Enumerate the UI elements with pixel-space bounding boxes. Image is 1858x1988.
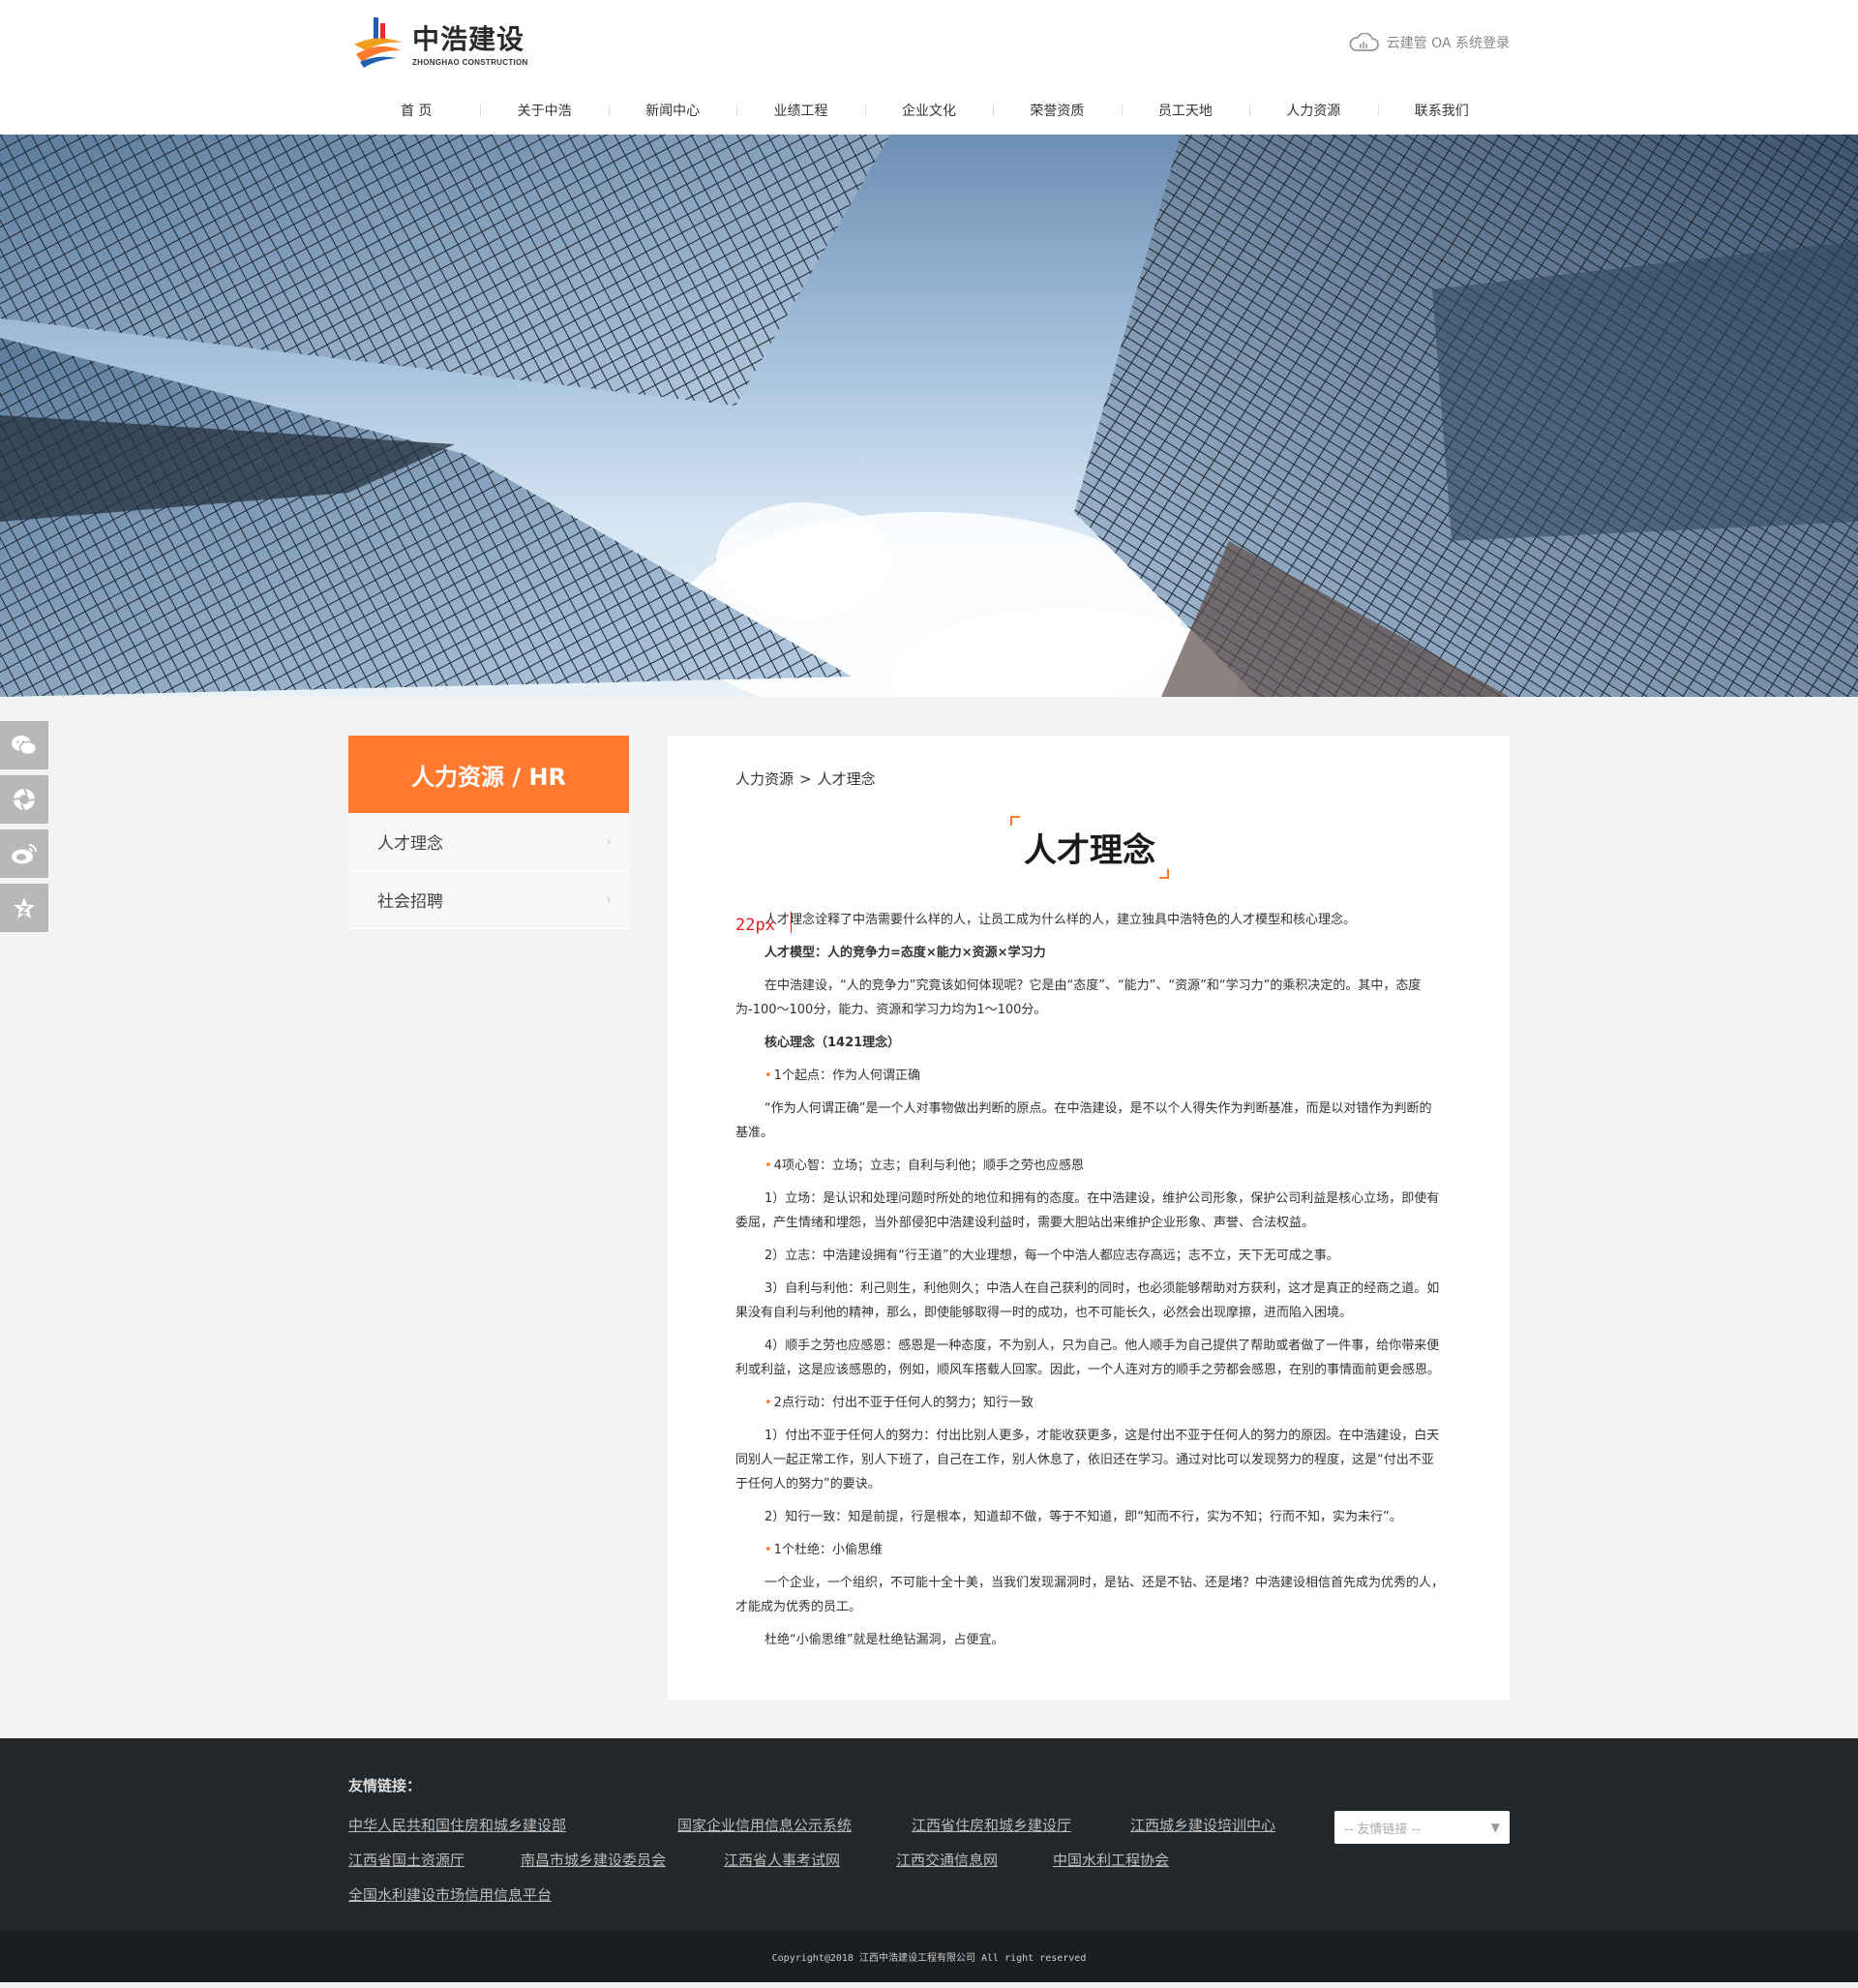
link-water-credit[interactable]: 全国水利建设市场信用信息平台 <box>348 1884 639 1919</box>
friend-links: 中华人民共和国住房和城乡建设部 国家企业信用信息公示系统 江西省住房和城乡建设厅… <box>348 1815 1316 1919</box>
sidebar-title: 人力资源 / HR <box>348 736 629 813</box>
article-body: 人才理念诠释了中浩需要什么样的人，让员工成为什么样的人，建立独具中浩特色的人才模… <box>735 908 1444 1652</box>
paragraph: 1）付出不亚于任何人的努力：付出比别人更多，才能收获更多，这是付出不亚于任何人的… <box>735 1429 1440 1491</box>
sidebar-item-talent-philosophy[interactable]: 人才理念 › <box>348 813 629 871</box>
sidebar-item-label: 人才理念 <box>377 834 443 854</box>
friend-links-title: 友情链接： <box>348 1777 422 1794</box>
main-area: 人力资源 / HR 人才理念 › 社会招聘 › 人力资源 > 人才理念 人才理念 2… <box>348 736 1510 1700</box>
nav-about[interactable]: 关于中浩 <box>480 101 608 120</box>
link-jx-traffic[interactable]: 江西交通信息网 <box>896 1850 1053 1884</box>
weibo-button[interactable] <box>0 829 48 878</box>
sidebar-item-recruitment[interactable]: 社会招聘 › <box>348 871 629 929</box>
hero-banner <box>0 135 1858 697</box>
copyright-text: Copyright@2018 江西中浩建设工程有限公司 All right re… <box>771 1953 1087 1964</box>
oa-login-label: 云建管 OA 系统登录 <box>1386 36 1510 51</box>
nav-contact[interactable]: 联系我们 <box>1377 101 1506 120</box>
breadcrumb: 人力资源 > 人才理念 <box>735 768 1444 789</box>
dropdown-arrow-icon: ▼ <box>1490 1821 1500 1834</box>
paragraph: 2）立志：中浩建设拥有“行王道”的大业理想，每一个中浩人都应志存高远；志不立，天… <box>764 1249 1339 1263</box>
cloud-icon <box>1349 33 1379 51</box>
site-header: 中浩建设 ZHONGHAO CONSTRUCTION 云建管 OA 系统登录 首… <box>0 0 1858 135</box>
page-title: 人才理念 <box>1010 816 1169 879</box>
chevron-right-icon: › <box>606 833 612 850</box>
copyright-bar: Copyright@2018 江西中浩建设工程有限公司 All right re… <box>0 1931 1858 1982</box>
paragraph: 一个企业，一个组织，不可能十全十美，当我们发现漏洞时，是钻、还是不钻、还是堵？中… <box>735 1576 1445 1614</box>
camera-aperture-icon <box>13 788 36 811</box>
friend-links-select[interactable]: -- 友情链接 -- ▼ <box>1334 1811 1510 1844</box>
bullet-item: • 2点行动：付出不亚于任何人的努力；知行一致 <box>764 1396 1034 1410</box>
paragraph: 在中浩建设，“人的竞争力”究竟该如何体现呢？它是由“态度”、“能力”、“资源”和… <box>735 979 1422 1017</box>
wechat-icon <box>12 736 38 756</box>
breadcrumb-hr[interactable]: 人力资源 <box>735 770 794 788</box>
link-jx-land[interactable]: 江西省国土资源厅 <box>348 1850 521 1884</box>
social-share-bar <box>0 721 48 938</box>
spacing-annotation: 22px <box>735 916 775 935</box>
nav-projects[interactable]: 业绩工程 <box>736 101 864 120</box>
nav-culture[interactable]: 企业文化 <box>864 101 993 120</box>
chevron-right-icon: › <box>606 891 612 908</box>
paragraph: 杜绝“小偷思维”就是杜绝钻漏洞，占便宜。 <box>764 1633 1004 1647</box>
nav-honors[interactable]: 荣誉资质 <box>993 101 1121 120</box>
logo-chinese-name: 中浩建设 <box>412 23 525 55</box>
favorite-button[interactable] <box>0 884 48 932</box>
bullet-item: • 1个杜绝：小偷思维 <box>764 1543 883 1557</box>
link-mohurd[interactable]: 中华人民共和国住房和城乡建设部 <box>348 1815 677 1850</box>
logo-mark-icon <box>348 15 408 70</box>
sidebar: 人力资源 / HR 人才理念 › 社会招聘 › <box>348 736 629 929</box>
paragraph: 1）立场：是认识和处理问题时所处的地位和拥有的态度。在中浩建设，维护公司形象，保… <box>735 1191 1440 1230</box>
star-badge-icon <box>14 897 35 919</box>
bullet-dot-icon: • <box>764 1159 772 1173</box>
link-water-assoc[interactable]: 中国水利工程协会 <box>1053 1850 1208 1884</box>
paragraph: 4）顺手之劳也应感恩：感恩是一种态度，不为别人，只为自己。他人顺手为自己提供了帮… <box>735 1339 1441 1377</box>
paragraph: 人才理念诠释了中浩需要什么样的人，让员工成为什么样的人，建立独具中浩特色的人才模… <box>764 913 1357 927</box>
link-jx-training[interactable]: 江西城乡建设培训中心 <box>1130 1815 1304 1850</box>
main-nav: 首 页 关于中浩 新闻中心 业绩工程 企业文化 荣誉资质 员工天地 人力资源 联… <box>348 101 1510 120</box>
paragraph: 3）自利与利他：利己则生，利他则久；中浩人在自己获利的同时，也必须能够帮助对方获… <box>735 1281 1440 1320</box>
weibo-icon <box>12 844 37 864</box>
paragraph-heading: 人才模型：人的竞争力=态度×能力×资源×学习力 <box>764 946 1046 960</box>
sidebar-item-label: 社会招聘 <box>377 892 443 912</box>
paragraph: 2）知行一致：知是前提，行是根本，知道却不做，等于不知道，即“知而不行，实为不知… <box>764 1510 1402 1524</box>
wechat-button[interactable] <box>0 721 48 769</box>
paragraph: “作为人何谓正确”是一个人对事物做出判断的原点。在中浩建设，是不以个人得失作为判… <box>735 1101 1432 1140</box>
nav-staff[interactable]: 员工天地 <box>1121 101 1249 120</box>
link-jx-housing[interactable]: 江西省住房和城乡建设厅 <box>912 1815 1130 1850</box>
skyscrapers-image <box>0 135 1858 697</box>
bullet-item: • 4项心智：立场；立志；自利与利他；顺手之劳也应感恩 <box>764 1159 1084 1173</box>
paragraph-heading: 核心理念（1421理念） <box>764 1036 901 1050</box>
oa-login-link[interactable]: 云建管 OA 系统登录 <box>1348 33 1510 52</box>
site-footer: 友情链接： 中华人民共和国住房和城乡建设部 国家企业信用信息公示系统 江西省住房… <box>0 1738 1858 1931</box>
link-jx-exam[interactable]: 江西省人事考试网 <box>724 1850 896 1884</box>
logo[interactable]: 中浩建设 ZHONGHAO CONSTRUCTION <box>348 15 528 70</box>
bullet-dot-icon: • <box>764 1069 772 1083</box>
bullet-dot-icon: • <box>764 1396 772 1410</box>
link-nc-construction[interactable]: 南昌市城乡建设委员会 <box>521 1850 724 1884</box>
bullet-item: • 1个起点：作为人何谓正确 <box>764 1069 920 1083</box>
breadcrumb-current[interactable]: 人才理念 <box>818 770 876 788</box>
nav-news[interactable]: 新闻中心 <box>608 101 736 120</box>
link-credit-system[interactable]: 国家企业信用信息公示系统 <box>677 1815 912 1850</box>
breadcrumb-separator: > <box>799 770 812 788</box>
nav-hr[interactable]: 人力资源 <box>1249 101 1377 120</box>
logo-english-name: ZHONGHAO CONSTRUCTION <box>412 58 528 67</box>
bullet-dot-icon: • <box>764 1543 772 1557</box>
camera-button[interactable] <box>0 775 48 824</box>
spacing-annotation-line <box>791 912 792 933</box>
content-panel: 人力资源 > 人才理念 人才理念 22px 人才理念诠释了中浩需要什么样的人，让员工… <box>668 736 1510 1700</box>
nav-home[interactable]: 首 页 <box>352 101 480 120</box>
select-placeholder: -- 友情链接 -- <box>1344 1822 1422 1837</box>
